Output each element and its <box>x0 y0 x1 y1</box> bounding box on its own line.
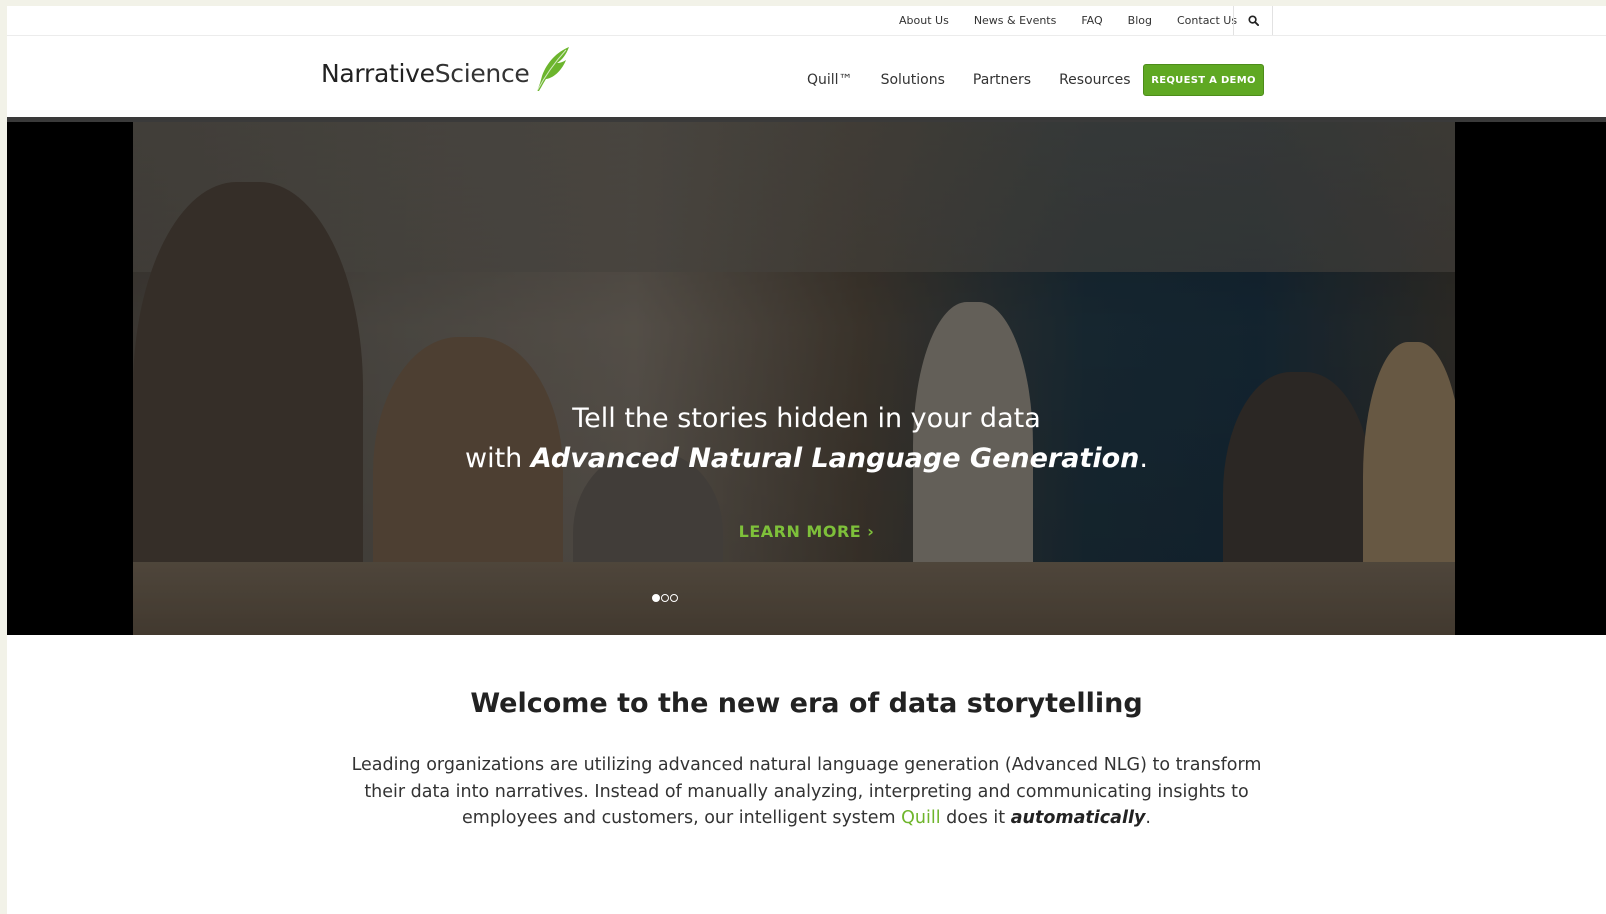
utility-bar: About Us News & Events FAQ Blog Contact … <box>7 6 1606 36</box>
slider-dot-3[interactable] <box>670 594 678 602</box>
utility-link-news-events[interactable]: News & Events <box>974 14 1057 27</box>
welcome-section: Welcome to the new era of data storytell… <box>7 686 1606 832</box>
utility-link-about-us[interactable]: About Us <box>899 14 949 27</box>
learn-more-link[interactable]: LEARN MORE › <box>739 522 875 541</box>
hero-slide[interactable] <box>133 122 1455 635</box>
hero-headline-line1: Tell the stories hidden in your data <box>572 403 1041 434</box>
quill-link[interactable]: Quill <box>901 808 940 828</box>
welcome-body-end: . <box>1145 808 1151 828</box>
main-nav: Quill™ Solutions Partners Resources <box>807 64 1159 96</box>
hero-headline-suffix: . <box>1139 443 1148 474</box>
nav-quill[interactable]: Quill™ <box>807 72 853 88</box>
utility-link-faq[interactable]: FAQ <box>1081 14 1102 27</box>
welcome-title: Welcome to the new era of data storytell… <box>470 688 1143 719</box>
hero-headline-emphasis: Advanced Natural Language Generation <box>530 443 1140 474</box>
hero-headline: Tell the stories hidden in your data wit… <box>7 399 1606 479</box>
utility-link-contact-us[interactable]: Contact Us <box>1177 14 1237 27</box>
slider-dot-1[interactable] <box>652 594 660 602</box>
slider-dots <box>652 594 678 602</box>
search-button[interactable] <box>1233 6 1273 35</box>
welcome-body-text-2: does it <box>940 808 1011 828</box>
hero-overlay <box>133 122 1455 635</box>
hero-section: Tell the stories hidden in your data wit… <box>7 117 1606 635</box>
page: About Us News & Events FAQ Blog Contact … <box>7 6 1606 914</box>
nav-partners[interactable]: Partners <box>973 72 1031 88</box>
hero-headline-prefix: with <box>464 443 531 474</box>
utility-nav: About Us News & Events FAQ Blog Contact … <box>899 6 1262 35</box>
logo[interactable]: Narrative Science <box>321 47 571 98</box>
welcome-body-emphasis: automatically <box>1010 808 1146 828</box>
nav-solutions[interactable]: Solutions <box>881 72 945 88</box>
request-demo-button[interactable]: REQUEST A DEMO <box>1143 64 1264 96</box>
slider-dot-2[interactable] <box>661 594 669 602</box>
welcome-body: Leading organizations are utilizing adva… <box>342 752 1272 832</box>
logo-text-narrative: Narrative <box>321 58 435 88</box>
main-header: Narrative Science Quill™ Solutions Partne… <box>7 36 1606 117</box>
logo-text-science: Science <box>434 58 530 88</box>
nav-resources[interactable]: Resources <box>1059 72 1131 88</box>
learn-more-row: LEARN MORE › <box>7 522 1606 541</box>
feather-quill-icon <box>536 47 569 92</box>
utility-link-blog[interactable]: Blog <box>1128 14 1152 27</box>
search-icon <box>1247 15 1259 26</box>
hero-headline-line2: with Advanced Natural Language Generatio… <box>7 439 1606 479</box>
